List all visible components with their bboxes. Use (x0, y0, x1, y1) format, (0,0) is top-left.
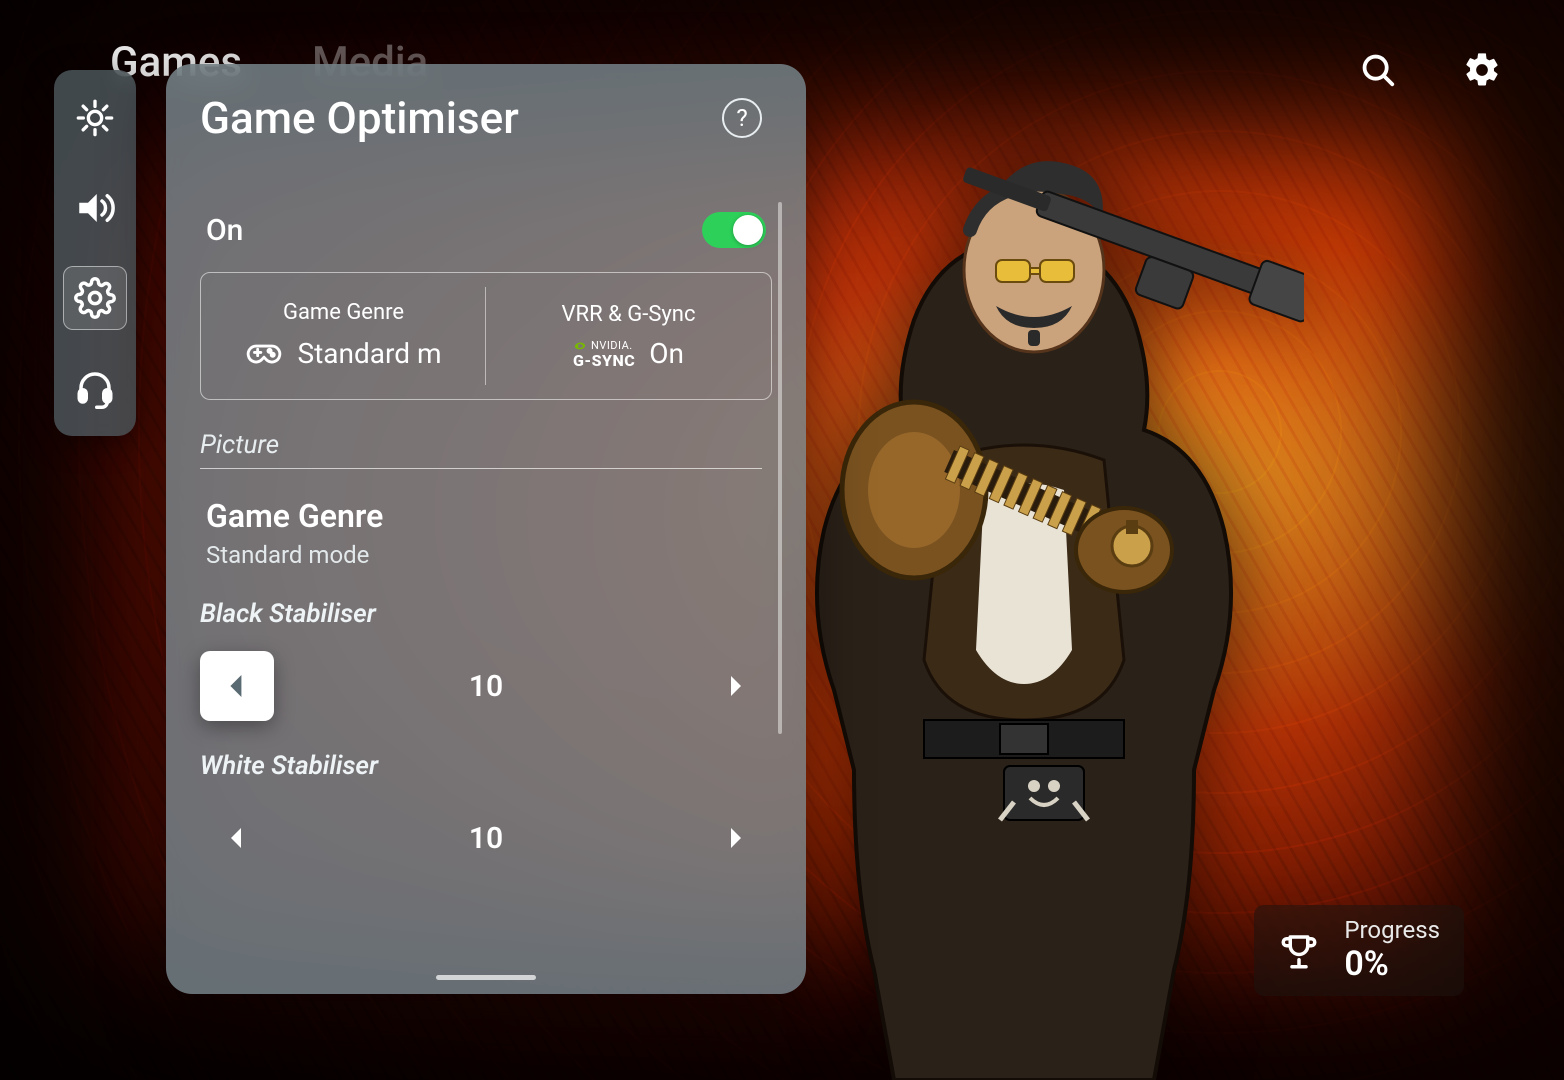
gamepad-icon (245, 335, 283, 373)
chevron-left-icon (229, 828, 245, 848)
hero-character-artwork (744, 120, 1304, 1080)
settings-button[interactable] (1460, 48, 1504, 92)
status-box: Game Genre Standard m VRR & G-Sync (200, 272, 772, 400)
progress-value: 0% (1344, 945, 1440, 984)
section-picture-label: Picture (200, 430, 772, 460)
item-game-genre[interactable]: Game Genre Standard mode (200, 469, 772, 569)
help-button[interactable]: ? (722, 98, 762, 138)
white-stabiliser-label: White Stabiliser (200, 751, 772, 781)
master-toggle-switch[interactable] (702, 212, 766, 248)
search-icon (1359, 51, 1397, 89)
status-vrr[interactable]: VRR & G-Sync NVIDIA. G-SYNC On (486, 273, 771, 399)
gear-icon (1462, 50, 1502, 90)
status-genre-header: Game Genre (283, 300, 404, 325)
chevron-right-icon (727, 828, 743, 848)
black-stabiliser-stepper: 10 (200, 651, 772, 721)
help-icon: ? (736, 104, 747, 132)
rail-headset[interactable] (63, 356, 127, 420)
white-stabiliser-decrease[interactable] (200, 803, 274, 873)
gsync-badge: NVIDIA. G-SYNC (573, 339, 635, 369)
item-game-genre-value: Standard mode (206, 541, 766, 569)
scrollbar[interactable] (778, 202, 782, 734)
white-stabiliser-value: 10 (274, 821, 698, 856)
white-stabiliser-increase[interactable] (698, 803, 772, 873)
search-button[interactable] (1356, 48, 1400, 92)
status-vrr-header: VRR & G-Sync (562, 302, 696, 327)
progress-label: Progress (1344, 917, 1440, 945)
status-genre-value: Standard m (297, 337, 441, 370)
rail-volume[interactable] (63, 176, 127, 240)
chevron-left-icon (228, 675, 246, 697)
rail-brightness[interactable] (63, 86, 127, 150)
black-stabiliser-decrease[interactable] (200, 651, 274, 721)
panel-scroll-area[interactable]: On Game Genre Standard m VRR & G-Sync (166, 182, 806, 970)
panel-title: Game Optimiser (200, 92, 519, 144)
master-toggle-row[interactable]: On (200, 182, 772, 272)
volume-icon (74, 187, 116, 229)
game-optimiser-panel: Game Optimiser ? On Game Genre (166, 64, 806, 994)
white-stabiliser-stepper: 10 (200, 803, 772, 873)
gear-icon (74, 277, 116, 319)
headset-icon (74, 367, 116, 409)
item-game-genre-title: Game Genre (206, 497, 766, 535)
black-stabiliser-value: 10 (274, 669, 698, 704)
black-stabiliser-label: Black Stabiliser (200, 599, 772, 629)
black-stabiliser-increase[interactable] (698, 651, 772, 721)
trophy-icon (1278, 930, 1320, 972)
chevron-right-icon (727, 676, 743, 696)
rail-settings[interactable] (63, 266, 127, 330)
side-rail (54, 70, 136, 436)
master-toggle-label: On (206, 213, 243, 248)
status-genre[interactable]: Game Genre Standard m (201, 273, 486, 399)
status-vrr-value: On (649, 337, 684, 370)
drag-handle[interactable] (436, 975, 536, 980)
progress-chip[interactable]: Progress 0% (1254, 905, 1464, 996)
brightness-icon (75, 98, 115, 138)
